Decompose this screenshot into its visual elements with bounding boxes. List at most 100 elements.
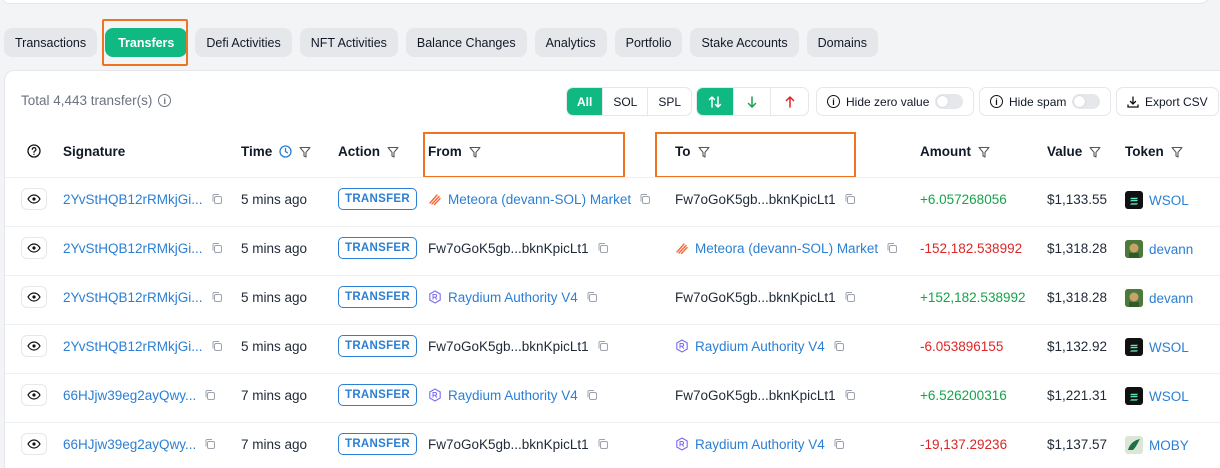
- filter-icon[interactable]: [299, 146, 311, 158]
- tab-defi-activities[interactable]: Defi Activities: [195, 28, 292, 57]
- column-header-signature: Signature: [63, 144, 126, 159]
- tab-portfolio[interactable]: Portfolio: [614, 28, 683, 57]
- wsol-token-icon: [1125, 338, 1143, 356]
- time-cell: 5 mins ago: [241, 191, 308, 207]
- tab-balance-changes[interactable]: Balance Changes: [405, 28, 527, 57]
- hide-spam-toggle[interactable]: i Hide spam: [979, 87, 1112, 116]
- copy-icon[interactable]: [586, 389, 598, 401]
- from-cell: Raydium Authority V4: [428, 385, 598, 405]
- eye-icon: [27, 439, 41, 449]
- copy-icon[interactable]: [597, 340, 609, 352]
- from-address-text: Fw7oGoK5gb...bknKpicLt1: [428, 240, 589, 256]
- copy-icon[interactable]: [844, 389, 856, 401]
- direction-out-button[interactable]: [771, 88, 808, 115]
- column-header-value: Value: [1047, 144, 1101, 159]
- export-csv-label: Export CSV: [1145, 94, 1208, 109]
- from-address-text[interactable]: Raydium Authority V4: [448, 290, 578, 305]
- filter-icon[interactable]: [469, 146, 481, 158]
- to-address-text[interactable]: Raydium Authority V4: [695, 339, 825, 354]
- hide-zero-switch[interactable]: [935, 94, 964, 109]
- signature-link[interactable]: 2YvStHQB12rRMkjGi...: [63, 339, 203, 354]
- view-details-button[interactable]: [21, 286, 47, 308]
- info-icon[interactable]: i: [158, 94, 172, 107]
- to-address-text[interactable]: Raydium Authority V4: [695, 437, 825, 452]
- copy-icon[interactable]: [833, 438, 845, 450]
- copy-icon[interactable]: [211, 193, 223, 205]
- view-details-button[interactable]: [21, 188, 47, 210]
- eye-icon: [27, 194, 41, 204]
- copy-icon[interactable]: [204, 438, 216, 450]
- copy-icon[interactable]: [211, 340, 223, 352]
- tab-domains[interactable]: Domains: [806, 28, 878, 57]
- token-link[interactable]: WSOL: [1149, 340, 1189, 355]
- export-control: Export CSV: [1116, 87, 1219, 116]
- hide-spam-switch[interactable]: [1072, 94, 1101, 109]
- copy-icon[interactable]: [844, 193, 856, 205]
- value-cell: $1,318.28: [1047, 289, 1108, 305]
- view-details-button[interactable]: [21, 384, 47, 406]
- copy-icon[interactable]: [597, 242, 609, 254]
- filter-icon[interactable]: [1171, 146, 1183, 158]
- to-cell: Fw7oGoK5gb...bknKpicLt1: [675, 385, 856, 405]
- wsol-token-icon: [1125, 387, 1143, 405]
- value-cell: $1,133.55: [1047, 191, 1108, 207]
- value-cell: $1,221.31: [1047, 387, 1108, 403]
- copy-icon[interactable]: [597, 438, 609, 450]
- action-badge: TRANSFER: [338, 384, 418, 406]
- copy-icon[interactable]: [833, 340, 845, 352]
- tab-nft-activities[interactable]: NFT Activities: [299, 28, 398, 57]
- view-details-button[interactable]: [21, 335, 47, 357]
- from-address-text[interactable]: Raydium Authority V4: [448, 388, 578, 403]
- row-divider: [5, 177, 1220, 178]
- value-cell: $1,137.57: [1047, 436, 1108, 452]
- tab-transfers[interactable]: Transfers: [105, 28, 188, 57]
- token-link[interactable]: WSOL: [1149, 389, 1189, 404]
- from-address-text[interactable]: Meteora (devann-SOL) Market: [448, 192, 631, 207]
- token-link[interactable]: MOBY: [1149, 438, 1189, 453]
- tab-stake-accounts[interactable]: Stake Accounts: [690, 28, 799, 57]
- filter-icon[interactable]: [697, 146, 710, 158]
- direction-both-button[interactable]: [697, 88, 734, 115]
- copy-icon[interactable]: [211, 291, 223, 303]
- amount-cell: -152,182.538992: [920, 240, 1023, 256]
- tab-analytics[interactable]: Analytics: [534, 28, 607, 57]
- filter-all-button[interactable]: All: [567, 88, 604, 115]
- token-link[interactable]: devann: [1149, 291, 1193, 306]
- copy-icon[interactable]: [844, 291, 856, 303]
- hide-zero-value-toggle[interactable]: i Hide zero value: [816, 87, 975, 116]
- token-link[interactable]: WSOL: [1149, 193, 1189, 208]
- action-badge: TRANSFER: [338, 188, 418, 210]
- view-details-button[interactable]: [21, 433, 47, 455]
- row-divider: [5, 275, 1220, 276]
- filter-icon[interactable]: [1089, 146, 1101, 158]
- direction-in-button[interactable]: [734, 88, 771, 115]
- raydium-logo-icon: [675, 437, 689, 451]
- filter-spl-button[interactable]: SPL: [648, 88, 691, 115]
- signature-link[interactable]: 2YvStHQB12rRMkjGi...: [63, 192, 203, 207]
- hide-spam-control: i Hide spam: [979, 87, 1112, 116]
- copy-icon[interactable]: [204, 389, 216, 401]
- signature-link[interactable]: 66HJjw39eg2ayQwy...: [63, 437, 196, 452]
- download-icon: [1127, 95, 1139, 108]
- to-address-text[interactable]: Meteora (devann-SOL) Market: [695, 241, 878, 256]
- signature-link[interactable]: 2YvStHQB12rRMkjGi...: [63, 241, 203, 256]
- filter-icon[interactable]: [978, 146, 990, 158]
- signature-link[interactable]: 66HJjw39eg2ayQwy...: [63, 388, 196, 403]
- column-header-from: From: [428, 144, 481, 159]
- copy-icon[interactable]: [586, 291, 598, 303]
- column-header-amount: Amount: [920, 144, 990, 159]
- filter-sol-button[interactable]: SOL: [603, 88, 649, 115]
- column-header-time: Time: [241, 144, 311, 159]
- action-badge: TRANSFER: [338, 286, 418, 308]
- clock-icon[interactable]: [279, 145, 292, 158]
- signature-link[interactable]: 2YvStHQB12rRMkjGi...: [63, 290, 203, 305]
- help-icon[interactable]: [27, 144, 41, 158]
- tab-transactions[interactable]: Transactions: [4, 28, 98, 57]
- copy-icon[interactable]: [886, 242, 898, 254]
- view-details-button[interactable]: [21, 237, 47, 259]
- copy-icon[interactable]: [639, 193, 651, 205]
- filter-icon[interactable]: [387, 146, 399, 158]
- token-link[interactable]: devann: [1149, 242, 1193, 257]
- export-csv-button[interactable]: Export CSV: [1116, 87, 1219, 116]
- copy-icon[interactable]: [211, 242, 223, 254]
